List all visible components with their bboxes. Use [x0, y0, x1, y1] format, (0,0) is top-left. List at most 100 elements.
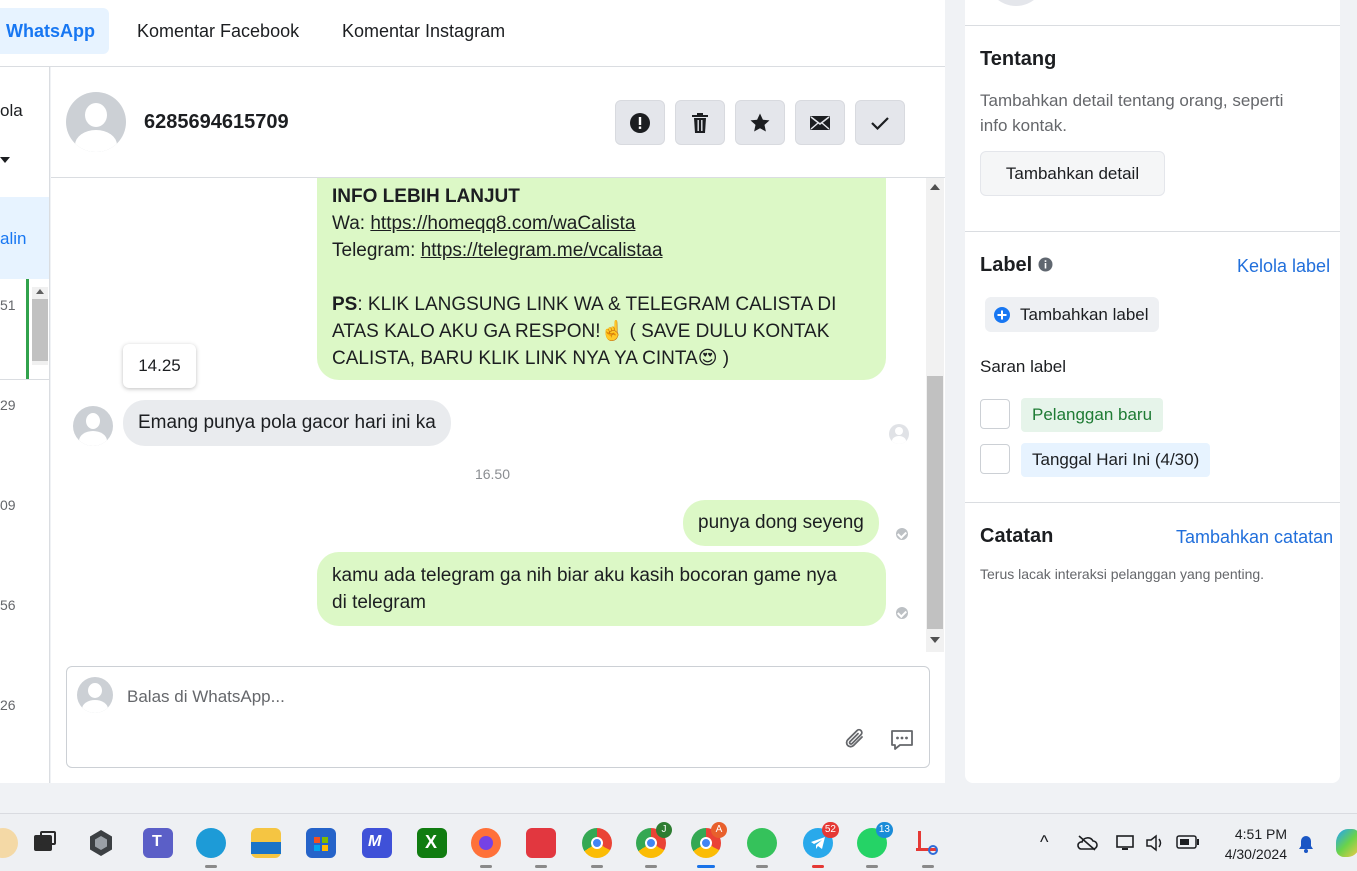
battery-icon[interactable]	[1176, 835, 1200, 849]
caret-down-icon[interactable]	[0, 157, 10, 163]
message-line: ATAS KALO AKU GA RESPON!☝️ ( SAVE DULU K…	[332, 321, 830, 342]
xbox-icon[interactable]: X	[417, 828, 447, 858]
quick-reply-icon[interactable]	[889, 727, 915, 753]
copilot-icon[interactable]	[1336, 829, 1357, 857]
volume-icon[interactable]	[1145, 834, 1167, 852]
sender-avatar	[73, 406, 113, 446]
divider	[965, 25, 1340, 26]
agent-avatar	[77, 677, 113, 713]
scroll-up-arrow-icon[interactable]	[930, 184, 940, 190]
message-bubble-outgoing[interactable]: INFO LEBIH LANJUT Wa: https://homeqq8.co…	[317, 178, 886, 380]
contact-avatar[interactable]	[66, 92, 126, 152]
chrome-profile-icon[interactable]	[582, 828, 612, 868]
label-title: Label	[980, 254, 1033, 276]
system-clock[interactable]: 4:51 PM 4/30/2024	[1225, 824, 1287, 864]
list-item-time: 29	[0, 397, 16, 413]
report-button[interactable]	[615, 100, 665, 145]
notes-title: Catatan	[980, 525, 1054, 547]
network-icon[interactable]	[1115, 834, 1137, 852]
messages-icon[interactable]	[747, 828, 777, 868]
profile-avatar	[987, 0, 1045, 6]
delete-button[interactable]	[675, 100, 725, 145]
about-title: Tentang	[980, 48, 1057, 70]
firefox-icon[interactable]	[471, 828, 501, 868]
star-button[interactable]	[735, 100, 785, 145]
message-line: kamu ada telegram ga nih biar aku kasih …	[332, 565, 837, 586]
chrome-j-icon[interactable]: J	[636, 822, 672, 868]
label-checkbox[interactable]	[980, 444, 1010, 474]
onedrive-offline-icon[interactable]	[1076, 834, 1098, 852]
task-view-icon[interactable]	[30, 828, 60, 858]
notification-bell-icon[interactable]	[1297, 834, 1315, 854]
suggested-labels-title: Saran label	[980, 357, 1067, 376]
clock-date: 4/30/2024	[1224, 846, 1287, 862]
plus-circle-icon	[994, 306, 1010, 323]
channel-tab-bar: WhatsApp Komentar Facebook Komentar Inst…	[0, 0, 945, 67]
star-icon	[750, 113, 770, 131]
conversation-list: ola alin 51 29 09 56 26	[0, 67, 50, 783]
message-line: CALISTA, BARU KLIK LINK NYA YA CINTA😍 )	[332, 348, 730, 369]
list-divider	[0, 379, 49, 380]
manage-labels-link[interactable]: Kelola label	[1237, 256, 1330, 277]
scroll-up-arrow-icon[interactable]	[36, 289, 44, 294]
app-stack-icon[interactable]	[526, 828, 556, 868]
contact-details-panel: Tentang Tambahkan detail tentang orang, …	[965, 0, 1340, 783]
add-detail-button[interactable]: Tambahkan detail	[980, 151, 1165, 196]
chat-scrollbar[interactable]	[926, 178, 944, 652]
list-item-time: 26	[0, 697, 16, 713]
reply-input[interactable]	[127, 685, 827, 709]
label-chip[interactable]: Tanggal Hari Ini (4/30)	[1021, 443, 1211, 477]
message-bubble-outgoing[interactable]: punya dong seyeng	[683, 500, 879, 546]
tab-facebook-comments[interactable]: Komentar Facebook	[131, 8, 305, 54]
app-hexagon-icon[interactable]	[86, 828, 116, 858]
active-indicator	[26, 279, 29, 379]
app-m-icon[interactable]: M	[362, 828, 392, 858]
add-label-button[interactable]: Tambahkan label	[985, 297, 1159, 332]
done-button[interactable]	[855, 100, 905, 145]
alert-icon	[630, 112, 650, 133]
sent-check-icon	[896, 607, 908, 619]
chrome-a-icon[interactable]: A	[691, 822, 727, 868]
whatsapp-icon[interactable]: 13	[857, 822, 893, 868]
mail-icon	[810, 115, 830, 130]
edge-icon[interactable]	[196, 828, 226, 868]
message-bubble-outgoing[interactable]: kamu ada telegram ga nih biar aku kasih …	[317, 552, 886, 626]
message-line: Telegram: https://telegram.me/vcalistaa	[332, 240, 663, 261]
info-icon[interactable]	[1038, 257, 1053, 272]
label-checkbox[interactable]	[980, 399, 1010, 429]
telegram-link[interactable]: https://telegram.me/vcalistaa	[421, 240, 663, 261]
message-line: di telegram	[332, 592, 426, 613]
whatsapp-link[interactable]: https://homeqq8.com/waCalista	[370, 213, 635, 234]
seen-avatar-icon	[889, 424, 909, 444]
tab-whatsapp[interactable]: WhatsApp	[0, 8, 109, 54]
file-explorer-icon[interactable]	[251, 828, 281, 858]
telegram-icon[interactable]: 52	[803, 822, 839, 868]
message-heading: INFO LEBIH LANJUT	[332, 186, 520, 207]
clock-time: 4:51 PM	[1234, 826, 1287, 842]
message-list: INFO LEBIH LANJUT Wa: https://homeqq8.co…	[51, 178, 926, 652]
label-chip[interactable]: Pelanggan baru	[1021, 398, 1164, 432]
widgets-icon[interactable]	[0, 828, 18, 858]
show-hidden-icons[interactable]: ^	[1040, 832, 1048, 853]
time-tooltip: 14.25	[123, 344, 196, 388]
mark-unread-button[interactable]	[795, 100, 845, 145]
list-fragment-link[interactable]: alin	[0, 229, 26, 249]
store-icon[interactable]	[306, 828, 336, 858]
list-scroll-thumb[interactable]	[32, 299, 48, 361]
chat-scroll-thumb[interactable]	[927, 376, 943, 629]
chat-header: 6285694615709	[51, 67, 945, 178]
app-window: WhatsApp Komentar Facebook Komentar Inst…	[0, 0, 1357, 871]
divider	[965, 502, 1340, 503]
teams-icon[interactable]: T	[143, 828, 173, 858]
tab-instagram-comments[interactable]: Komentar Instagram	[336, 8, 511, 54]
reply-composer	[66, 666, 930, 768]
paperclip-icon[interactable]	[843, 727, 869, 753]
snipping-tool-icon[interactable]	[913, 828, 943, 868]
add-note-link[interactable]: Tambahkan catatan	[1176, 527, 1333, 548]
list-scrollbar[interactable]	[32, 287, 48, 365]
os-taskbar: T M X J A 52 13 ^ 4:51 PM 4/30/2024	[0, 813, 1357, 871]
scroll-down-arrow-icon[interactable]	[930, 637, 940, 643]
list-fragment: ola	[0, 101, 23, 120]
check-icon	[871, 116, 889, 130]
message-bubble-incoming[interactable]: Emang punya pola gacor hari ini ka	[123, 400, 451, 446]
